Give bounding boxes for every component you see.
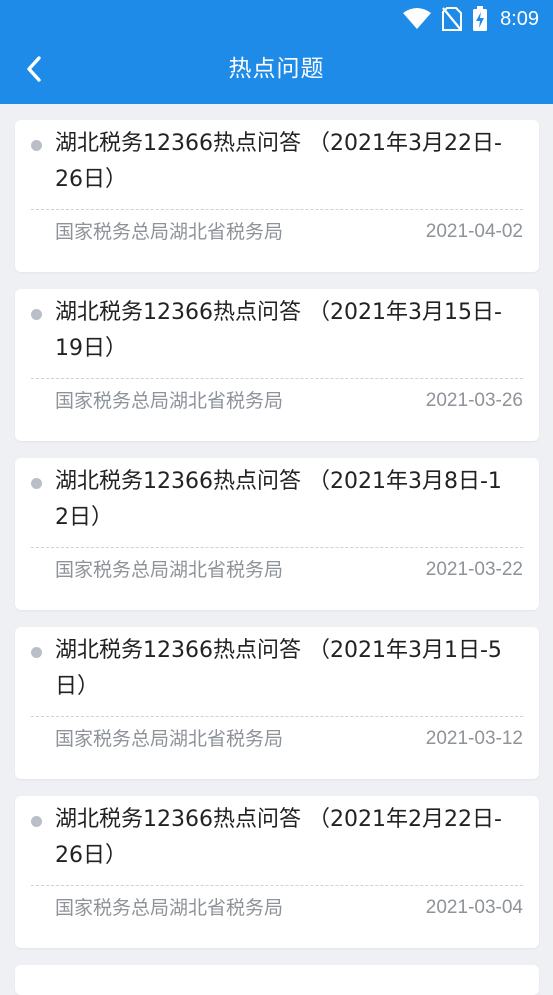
page-title: 热点问题 — [228, 56, 325, 82]
bullet-dot-icon — [31, 478, 42, 489]
article-source: 国家税务总局湖北省税务局 — [55, 728, 284, 750]
divider — [31, 209, 523, 210]
divider — [31, 378, 523, 379]
bullet-dot-icon — [31, 816, 42, 827]
article-source: 国家税务总局湖北省税务局 — [55, 559, 284, 581]
article-date: 2021-03-26 — [425, 390, 523, 411]
article-card[interactable]: 湖北税务12366热点问答 （2021年3月15日-19日） 国家税务总局湖北省… — [15, 289, 539, 441]
app-bar: 热点问题 — [0, 38, 553, 104]
article-card[interactable]: 湖北税务12366热点问答 （2021年3月1日-5日） 国家税务总局湖北省税务… — [15, 627, 539, 779]
article-title: 湖北税务12366热点问答 （2021年3月8日-12日） — [55, 469, 502, 530]
clock: 8:09 — [500, 7, 539, 30]
article-card[interactable]: 湖北税务12366热点问答 （2021年3月22日-26日） 国家税务总局湖北省… — [15, 120, 539, 272]
article-date: 2021-03-04 — [425, 897, 523, 918]
article-source: 国家税务总局湖北省税务局 — [55, 221, 284, 243]
article-title: 湖北税务12366热点问答 （2021年2月22日-26日） — [55, 807, 502, 868]
article-date: 2021-04-02 — [425, 221, 523, 242]
article-list: 湖北税务12366热点问答 （2021年3月22日-26日） 国家税务总局湖北省… — [15, 120, 539, 995]
article-title: 湖北税务12366热点问答 （2021年3月15日-19日） — [55, 300, 502, 361]
article-source: 国家税务总局湖北省税务局 — [55, 390, 284, 412]
status-icons: 8:09 — [402, 6, 539, 32]
battery-charging-icon — [472, 6, 488, 32]
article-card[interactable]: 湖北税务12366热点问答 （2021年2月22日-26日） 国家税务总局湖北省… — [15, 796, 539, 948]
divider — [31, 547, 523, 548]
status-bar: 8:09 — [0, 0, 553, 38]
article-card-partial[interactable] — [15, 965, 539, 995]
article-title: 湖北税务12366热点问答 （2021年3月1日-5日） — [55, 638, 502, 699]
bullet-dot-icon — [31, 309, 42, 320]
bullet-dot-icon — [31, 647, 42, 658]
divider — [31, 885, 523, 886]
divider — [31, 716, 523, 717]
no-sim-icon — [442, 7, 463, 31]
bullet-dot-icon — [31, 140, 42, 151]
article-card[interactable]: 湖北税务12366热点问答 （2021年3月8日-12日） 国家税务总局湖北省税… — [15, 458, 539, 610]
wifi-icon — [402, 8, 432, 30]
article-date: 2021-03-22 — [425, 559, 523, 580]
article-title: 湖北税务12366热点问答 （2021年3月22日-26日） — [55, 131, 502, 192]
article-source: 国家税务总局湖北省税务局 — [55, 897, 284, 919]
article-date: 2021-03-12 — [425, 728, 523, 749]
